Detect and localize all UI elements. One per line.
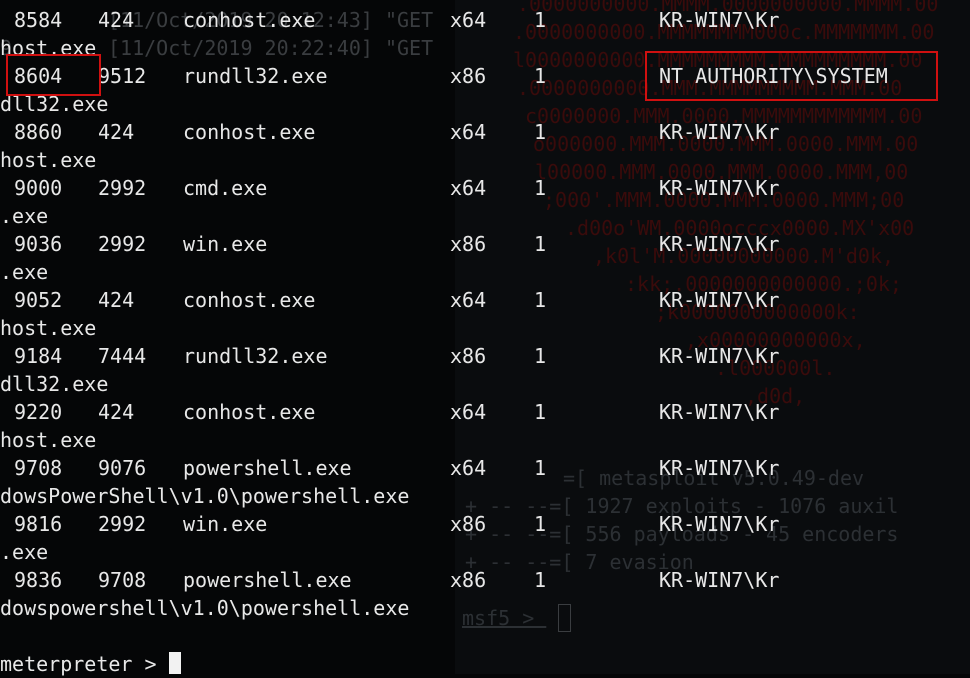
process-user: KR-WIN7\Kr (659, 456, 780, 480)
process-ppid: 2992 (98, 512, 147, 536)
process-arch: x64 (450, 288, 487, 312)
meterpreter-prompt: meterpreter > (0, 652, 169, 676)
process-pid: 9836 (14, 568, 63, 592)
process-path-fragment: host.exe (0, 316, 97, 340)
user-highlight-box (645, 51, 938, 101)
process-path-fragment: dll32.exe (0, 372, 109, 396)
process-ppid: 424 (98, 8, 135, 32)
process-path-fragment: dowsPowerShell\v1.0\powershell.exe (0, 484, 410, 508)
meterpreter-terminal[interactable]: 8584 424 conhost.exe x64 1 KR-WIN7\Kr host.exe… (0, 0, 970, 674)
process-pid: 8860 (14, 120, 63, 144)
process-pid: 9184 (14, 344, 63, 368)
process-path-wrap: host.exe (0, 314, 970, 342)
process-path-fragment: .exe (0, 204, 49, 228)
process-user: KR-WIN7\Kr (659, 344, 780, 368)
process-pid: 9000 (14, 176, 63, 200)
process-user: KR-WIN7\Kr (659, 400, 780, 424)
process-arch: x86 (450, 232, 487, 256)
process-ppid: 2992 (98, 232, 147, 256)
process-path-wrap: host.exe (0, 146, 970, 174)
process-user: KR-WIN7\Kr (659, 568, 780, 592)
process-path-wrap: dowsPowerShell\v1.0\powershell.exe (0, 482, 970, 510)
process-pid: 9036 (14, 232, 63, 256)
process-ppid: 424 (98, 400, 135, 424)
process-arch: x64 (450, 456, 487, 480)
process-ppid: 9708 (98, 568, 147, 592)
process-pid: 9052 (14, 288, 63, 312)
process-user: KR-WIN7\Kr (659, 176, 780, 200)
process-user: KR-WIN7\Kr (659, 120, 780, 144)
process-row: 9052 424 conhost.exe x64 1 KR-WIN7\Kr (0, 286, 970, 314)
process-path-fragment: .exe (0, 260, 49, 284)
process-name: conhost.exe (183, 120, 316, 144)
process-row: 9220 424 conhost.exe x64 1 KR-WIN7\Kr (0, 398, 970, 426)
process-session: 1 (534, 512, 547, 536)
process-user: KR-WIN7\Kr (659, 512, 780, 536)
process-session: 1 (534, 8, 547, 32)
process-pid: 9816 (14, 512, 63, 536)
process-ppid: 2992 (98, 176, 147, 200)
process-session: 1 (534, 344, 547, 368)
process-user: KR-WIN7\Kr (659, 288, 780, 312)
process-session: 1 (534, 400, 547, 424)
process-arch: x64 (450, 400, 487, 424)
process-name: conhost.exe (183, 8, 316, 32)
process-arch: x86 (450, 568, 487, 592)
process-path-wrap: .exe (0, 538, 970, 566)
process-arch: x64 (450, 8, 487, 32)
process-row: 8860 424 conhost.exe x64 1 KR-WIN7\Kr (0, 118, 970, 146)
process-ppid: 7444 (98, 344, 147, 368)
pid-highlight-box (6, 54, 101, 96)
process-session: 1 (534, 120, 547, 144)
process-session: 1 (534, 568, 547, 592)
process-path-fragment: .exe (0, 540, 49, 564)
process-session: 1 (534, 176, 547, 200)
process-arch: x64 (450, 120, 487, 144)
process-name: conhost.exe (183, 400, 316, 424)
process-row: 9708 9076 powershell.exe x64 1 KR-WIN7\Kr (0, 454, 970, 482)
process-row: 9836 9708 powershell.exe x86 1 KR-WIN7\Kr (0, 566, 970, 594)
process-session: 1 (534, 456, 547, 480)
process-name: cmd.exe (183, 176, 268, 200)
process-row: 9036 2992 win.exe x86 1 KR-WIN7\Kr (0, 230, 970, 258)
process-name: powershell.exe (183, 456, 352, 480)
process-ppid: 424 (98, 288, 135, 312)
process-arch: x86 (450, 64, 487, 88)
process-ppid: 9076 (98, 456, 147, 480)
process-name: win.exe (183, 512, 268, 536)
process-row: 9816 2992 win.exe x86 1 KR-WIN7\Kr (0, 510, 970, 538)
process-path-fragment: host.exe (0, 428, 97, 452)
process-path-wrap: dll32.exe (0, 370, 970, 398)
process-path-fragment: host.exe (0, 148, 97, 172)
process-row: 9184 7444 rundll32.exe x86 1 KR-WIN7\Kr (0, 342, 970, 370)
terminal-cursor (168, 652, 181, 674)
process-name: win.exe (183, 232, 268, 256)
process-pid: 9220 (14, 400, 63, 424)
process-session: 1 (534, 232, 547, 256)
process-ppid: 9512 (98, 64, 147, 88)
process-arch: x86 (450, 344, 487, 368)
process-path-wrap: .exe (0, 202, 970, 230)
process-path-fragment: dowspowershell\v1.0\powershell.exe (0, 596, 410, 620)
process-session: 1 (534, 288, 547, 312)
process-name: powershell.exe (183, 568, 352, 592)
process-name: rundll32.exe (183, 344, 328, 368)
process-session: 1 (534, 64, 547, 88)
process-ppid: 424 (98, 120, 135, 144)
process-name: rundll32.exe (183, 64, 328, 88)
process-pid: 9708 (14, 456, 63, 480)
process-path-wrap: .exe (0, 258, 970, 286)
process-path-wrap: dowspowershell\v1.0\powershell.exe (0, 594, 970, 622)
process-row: 8584 424 conhost.exe x64 1 KR-WIN7\Kr (0, 6, 970, 34)
process-pid: 8584 (14, 8, 63, 32)
process-path-wrap: host.exe (0, 426, 970, 454)
process-arch: x64 (450, 176, 487, 200)
process-user: KR-WIN7\Kr (659, 8, 780, 32)
process-arch: x86 (450, 512, 487, 536)
process-name: conhost.exe (183, 288, 316, 312)
process-user: KR-WIN7\Kr (659, 232, 780, 256)
process-row: 9000 2992 cmd.exe x64 1 KR-WIN7\Kr (0, 174, 970, 202)
